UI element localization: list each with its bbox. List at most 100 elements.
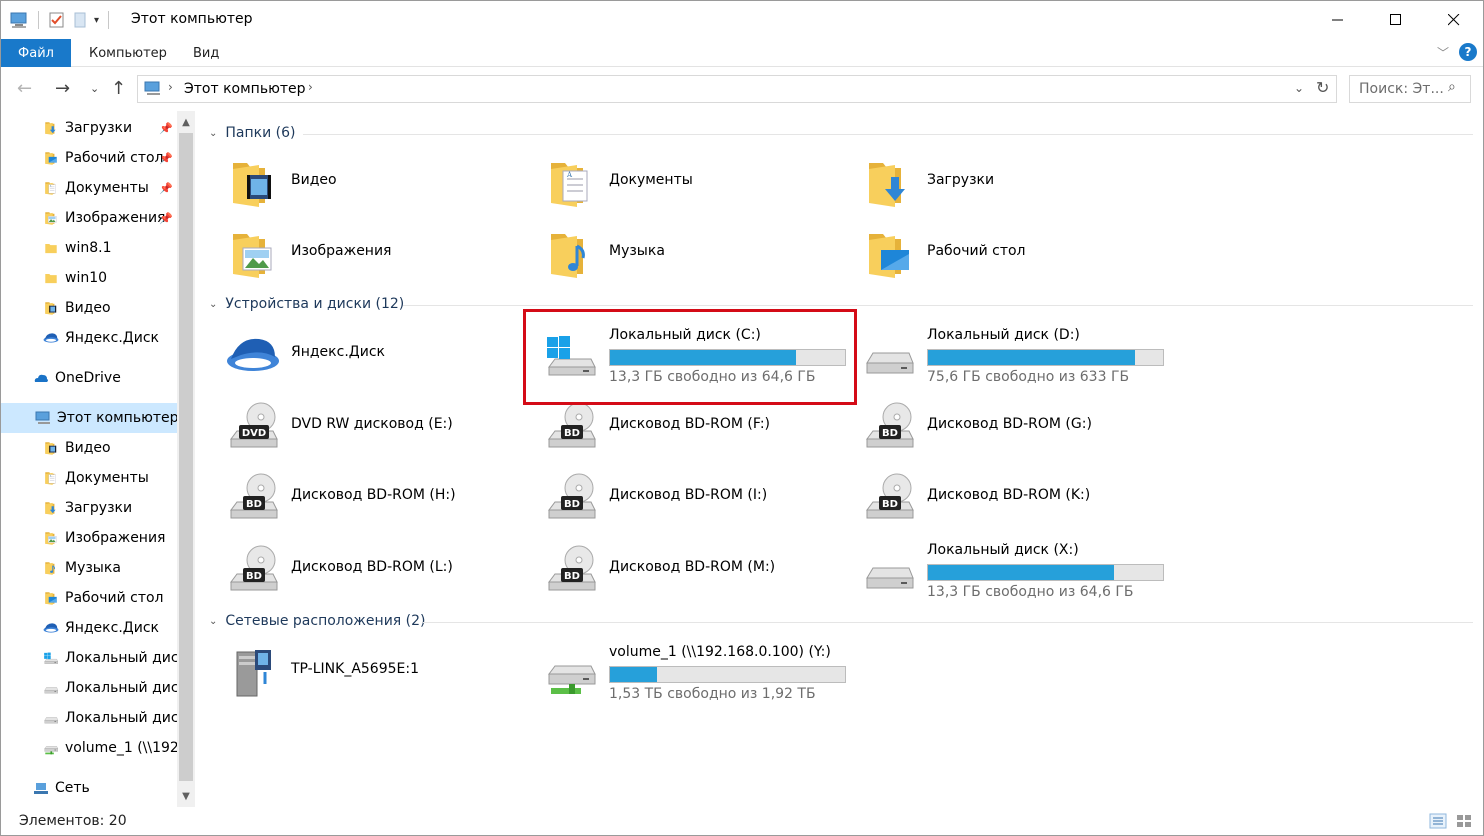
item-name: Дисковод BD-ROM (I:) — [609, 487, 768, 503]
scroll-up-icon[interactable]: ▲ — [177, 113, 195, 131]
item-tile[interactable]: Яндекс.Диск — [199, 321, 509, 385]
properties-icon[interactable] — [48, 11, 66, 29]
this-pc-icon — [144, 81, 160, 95]
onedrive-icon — [33, 370, 49, 386]
svg-text:BD: BD — [564, 428, 580, 439]
item-tile[interactable]: BD Дисковод BD-ROM (I:) — [517, 464, 827, 528]
nav-item-label: Рабочий стол — [65, 150, 164, 166]
pin-icon[interactable]: 📌 — [159, 152, 173, 165]
folder-icon — [43, 240, 59, 256]
new-folder-icon[interactable] — [72, 11, 88, 29]
nav-item[interactable]: win10 — [1, 263, 177, 293]
item-tile[interactable]: volume_1 (\\192.168.0.100) (Y:) 1,53 ТБ с… — [517, 638, 846, 702]
nav-item[interactable]: A Документы — [1, 463, 177, 493]
maximize-button[interactable] — [1367, 1, 1425, 39]
refresh-icon[interactable]: ↻ — [1316, 78, 1329, 97]
nav-item[interactable]: Музыка — [1, 553, 177, 583]
nav-item[interactable]: Локальный диск (C:) — [1, 643, 177, 673]
up-arrow-icon[interactable]: ↑ — [111, 78, 126, 99]
item-tile[interactable]: Видео — [199, 149, 509, 213]
nav-item-this-pc[interactable]: Этот компьютер — [1, 403, 177, 433]
forward-arrow-icon[interactable]: → — [55, 78, 70, 99]
nav-item[interactable]: A Документы 📌 — [1, 173, 177, 203]
toolbar-separator — [108, 11, 110, 29]
item-tile[interactable]: BD Дисковод BD-ROM (G:) — [835, 393, 1145, 457]
pin-icon[interactable]: 📌 — [159, 122, 173, 135]
toolbar-separator — [38, 11, 39, 29]
group-header-folders[interactable]: ⌄ Папки (6) — [209, 125, 296, 141]
navigation-pane: Загрузки 📌 Рабочий стол 📌 A Документы 📌 Изображ… — [1, 111, 197, 807]
address-bar[interactable]: › Этот компьютер › ⌄ ↻ — [137, 75, 1337, 103]
nav-item[interactable]: Яндекс.Диск — [1, 613, 177, 643]
breadcrumb-separator-icon[interactable]: › — [308, 80, 313, 94]
item-tile[interactable]: Рабочий стол — [835, 220, 1145, 284]
back-arrow-icon[interactable]: ← — [17, 78, 32, 99]
nav-item[interactable]: volume_1 (\\192.168.0.100) (Y:) — [1, 733, 177, 763]
item-tile[interactable]: BD Дисковод BD-ROM (M:) — [517, 536, 827, 600]
free-space-text: 1,53 ТБ свободно из 1,92 ТБ — [609, 686, 816, 702]
item-tile[interactable]: Музыка — [517, 220, 827, 284]
network-drive-icon — [43, 740, 59, 756]
item-tile[interactable]: TP-LINK_A5695E:1 — [199, 638, 509, 702]
nav-item[interactable]: Изображения 📌 — [1, 203, 177, 233]
nav-item-label: Этот компьютер — [57, 410, 177, 426]
item-tile[interactable]: Локальный диск (D:) 75,6 ГБ свободно из 6… — [835, 321, 1164, 385]
nav-item-onedrive[interactable]: OneDrive — [1, 363, 177, 393]
pictures-folder-icon — [43, 210, 59, 226]
nav-item[interactable]: win8.1 — [1, 233, 177, 263]
nav-item-network[interactable]: Сеть — [1, 773, 177, 803]
item-tile[interactable]: DVD DVD RW дисковод (E:) — [199, 393, 509, 457]
details-view-icon[interactable] — [1429, 813, 1447, 829]
collapse-chevron-icon[interactable]: ⌄ — [209, 299, 217, 310]
tab-file[interactable]: Файл — [1, 39, 71, 67]
help-button[interactable]: ? — [1459, 43, 1477, 61]
nav-item[interactable]: Рабочий стол 📌 — [1, 143, 177, 173]
item-name: Видео — [291, 172, 337, 188]
nav-item[interactable]: Видео — [1, 293, 177, 323]
nav-item-label: Локальный диск (X:) — [65, 710, 177, 726]
minimize-button[interactable] — [1309, 1, 1367, 39]
nav-item[interactable]: Локальный диск (X:) — [1, 703, 177, 733]
tab-computer[interactable]: Компьютер — [89, 39, 167, 67]
item-tile[interactable]: BD Дисковод BD-ROM (K:) — [835, 464, 1145, 528]
recent-locations-chevron-icon[interactable]: ⌄ — [90, 82, 99, 95]
svg-text:BD: BD — [564, 499, 580, 510]
search-input[interactable]: Поиск: Эт... ⌕ — [1349, 75, 1471, 103]
nav-item[interactable]: Загрузки 📌 — [1, 113, 177, 143]
nav-item[interactable]: Видео — [1, 433, 177, 463]
nav-item[interactable]: Загрузки — [1, 493, 177, 523]
collapse-chevron-icon[interactable]: ⌄ — [209, 128, 217, 139]
tiles-view-icon[interactable] — [1455, 813, 1473, 829]
tab-view[interactable]: Вид — [193, 39, 219, 67]
item-tile[interactable]: Загрузки — [835, 149, 1145, 213]
pin-icon[interactable]: 📌 — [159, 212, 173, 225]
pin-icon[interactable]: 📌 — [159, 182, 173, 195]
nav-item-label: Изображения — [65, 210, 166, 226]
this-pc-icon[interactable] — [9, 11, 29, 29]
collapse-chevron-icon[interactable]: ⌄ — [209, 616, 217, 627]
nav-item[interactable]: Рабочий стол — [1, 583, 177, 613]
breadcrumb-separator-icon[interactable]: › — [168, 80, 173, 94]
item-tile[interactable]: BD Дисковод BD-ROM (L:) — [199, 536, 509, 600]
item-tile[interactable]: A Документы — [517, 149, 827, 213]
address-history-chevron-icon[interactable]: ⌄ — [1294, 81, 1304, 95]
group-header-devices[interactable]: ⌄ Устройства и диски (12) — [209, 296, 404, 312]
customize-toolbar-chevron-icon[interactable]: ▾ — [94, 15, 99, 26]
close-button[interactable] — [1425, 1, 1483, 39]
downloads-folder-icon — [861, 155, 917, 211]
nav-scrollbar-thumb[interactable] — [179, 133, 193, 781]
item-tile[interactable]: Локальный диск (X:) 13,3 ГБ свободно из 6… — [835, 536, 1164, 600]
item-tile[interactable]: BD Дисковод BD-ROM (H:) — [199, 464, 509, 528]
nav-item[interactable]: Изображения — [1, 523, 177, 553]
item-name: TP-LINK_A5695E:1 — [291, 661, 419, 677]
scroll-down-icon[interactable]: ▼ — [177, 787, 195, 805]
item-tile[interactable]: Изображения — [199, 220, 509, 284]
breadcrumb-this-pc[interactable]: Этот компьютер — [184, 81, 306, 97]
group-header-network[interactable]: ⌄ Сетевые расположения (2) — [209, 613, 426, 629]
folder-icon — [43, 270, 59, 286]
nav-item[interactable]: Локальный диск (D:) — [1, 673, 177, 703]
nav-item[interactable]: Яндекс.Диск — [1, 323, 177, 353]
nav-item-label: Сеть — [55, 780, 90, 796]
nav-item-label: Документы — [65, 470, 149, 486]
expand-ribbon-chevron-icon[interactable]: ﹀ — [1437, 44, 1449, 61]
